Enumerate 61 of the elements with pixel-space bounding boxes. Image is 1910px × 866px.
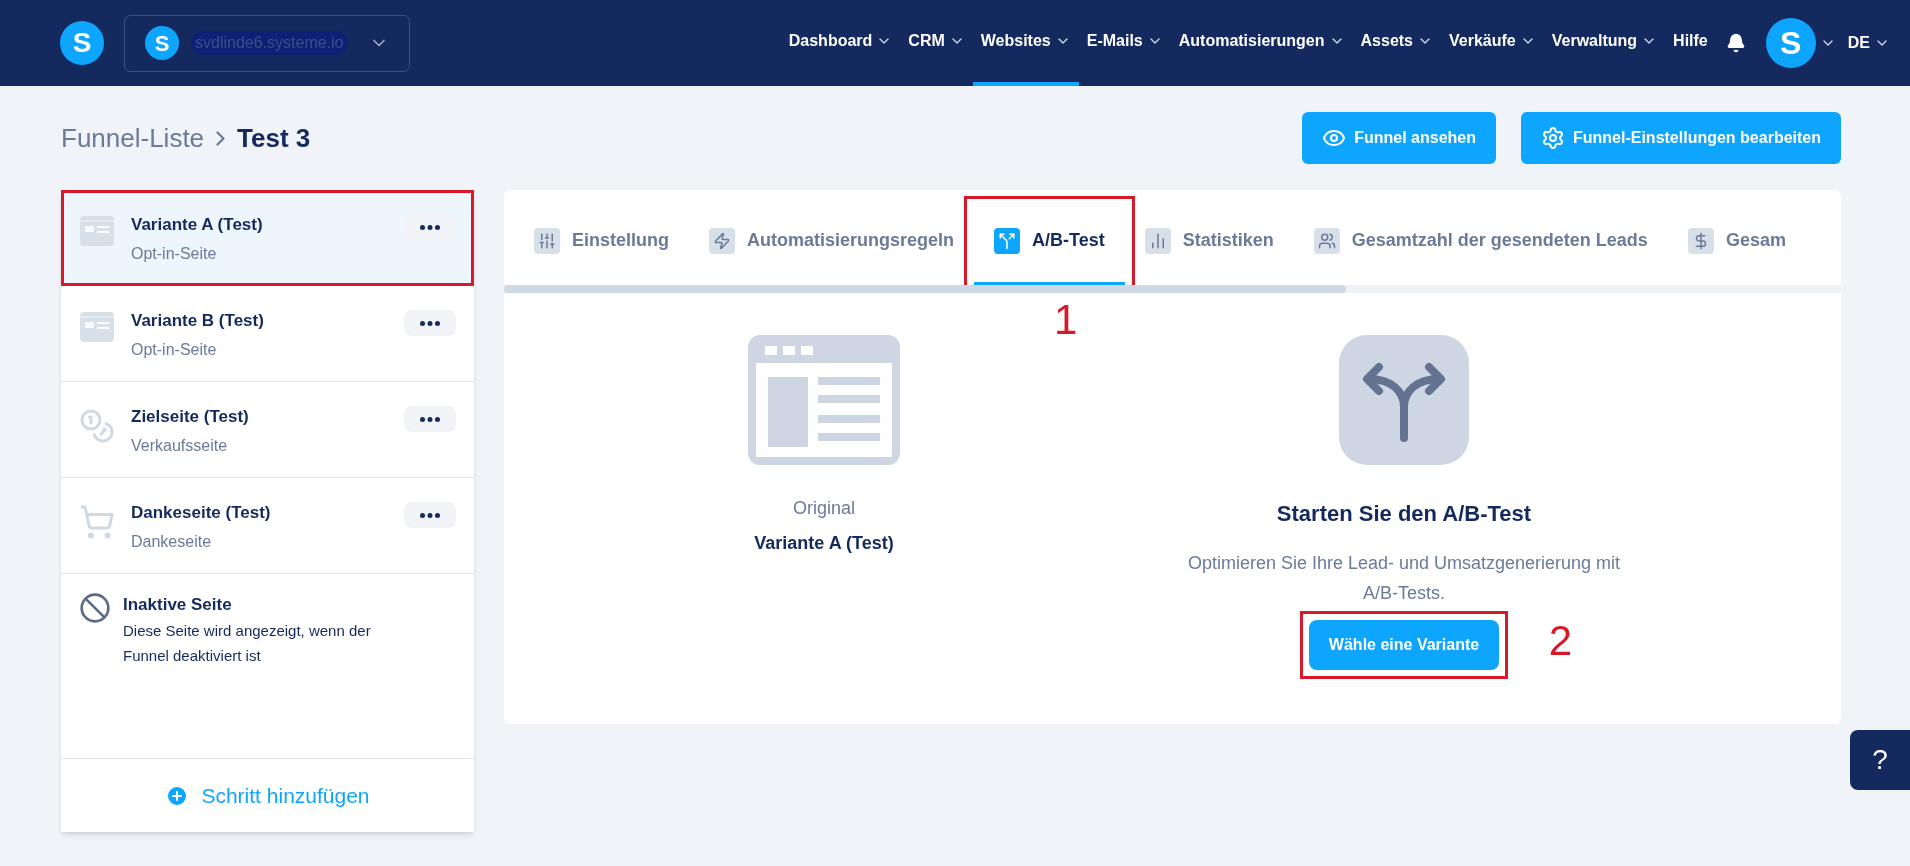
step-title: Variante B (Test) <box>131 310 265 332</box>
nav-item[interactable]: Verkäufe <box>1441 0 1544 86</box>
tab[interactable]: Statistiken <box>1124 199 1294 285</box>
dollar-icon <box>1687 227 1714 254</box>
more-options-button[interactable] <box>404 406 456 432</box>
funnel-step[interactable]: Variante B (Test) Opt-in-Seite <box>61 286 474 382</box>
step-title: Dankeseite (Test) <box>131 502 272 524</box>
ellipsis-icon <box>420 512 440 518</box>
step-type: Dankeseite <box>131 531 213 552</box>
users-icon <box>1313 227 1340 254</box>
page-layout-icon <box>748 335 900 465</box>
nav-item[interactable]: Websites <box>972 0 1079 86</box>
more-options-button[interactable] <box>404 502 456 528</box>
more-options-button[interactable] <box>404 214 456 240</box>
coins-icon <box>79 408 115 444</box>
original-variant-name: Variante A (Test) <box>754 532 894 555</box>
step-type: Opt-in-Seite <box>131 339 218 360</box>
nav-item[interactable]: E-Mails <box>1078 0 1171 86</box>
breadcrumb-link[interactable]: Funnel-Liste <box>61 118 205 158</box>
ellipsis-icon <box>420 224 440 230</box>
tab[interactable]: Automatisierungsregeln <box>689 199 975 285</box>
nav-item[interactable]: Dashboard <box>780 0 901 86</box>
annotation-number: 1 <box>1054 299 1078 341</box>
tab[interactable]: Gesamtzahl der gesendeten Leads <box>1293 199 1668 285</box>
page-card-icon <box>80 312 114 342</box>
tab[interactable]: Einstellung <box>514 199 689 285</box>
step-type: Verkaufsseite <box>131 435 229 456</box>
inactive-page-description: Diese Seite wird angezeigt, wenn der Funnel deaktiviert ist <box>123 620 372 666</box>
step-title: Zielseite (Test) <box>131 406 250 428</box>
more-options-button[interactable] <box>404 310 456 336</box>
funnel-step[interactable]: Zielseite (Test) Verkaufsseite <box>61 382 474 478</box>
ellipsis-icon <box>420 416 440 422</box>
page-card-icon <box>80 216 114 246</box>
inactive-page-title: Inaktive Seite <box>123 594 233 616</box>
funnel-step[interactable]: Dankeseite (Test) Dankeseite <box>61 478 474 574</box>
account-avatar: S <box>145 26 179 60</box>
original-label: Original <box>793 497 855 520</box>
prohibited-icon <box>79 592 111 624</box>
bar-chart-icon <box>1144 227 1171 254</box>
step-title: Variante A (Test) <box>131 214 264 236</box>
chevron-right-icon <box>216 130 226 146</box>
nav-item[interactable]: Verwaltung <box>1543 0 1666 86</box>
nav-item[interactable]: Automatisierungen <box>1170 0 1353 86</box>
annotation-number: 2 <box>1548 620 1573 662</box>
nav-item[interactable]: Hilfe <box>1665 0 1716 86</box>
settings-icon <box>1540 126 1565 150</box>
sliders-icon <box>534 227 560 254</box>
lightning-icon <box>709 227 735 254</box>
page-title: Test 3 <box>237 121 311 155</box>
language-selector[interactable]: DE <box>1847 31 1890 55</box>
cart-icon <box>79 504 115 540</box>
ab-test-description: Optimieren Sie Ihre Lead- und Umsatzgenerierung mit A/B-Tests. <box>1186 552 1622 605</box>
tab[interactable]: Gesam <box>1667 199 1806 285</box>
notification-bell-icon[interactable] <box>1725 33 1746 53</box>
funnel-step[interactable]: Variante A (Test) Opt-in-Seite <box>61 190 474 286</box>
help-button[interactable]: ? <box>1850 730 1910 790</box>
nav-item[interactable]: Assets <box>1352 0 1441 86</box>
step-type: Opt-in-Seite <box>131 243 218 264</box>
ellipsis-icon <box>420 320 440 326</box>
ab-test-title: Starten Sie den A/B-Test <box>1276 500 1532 528</box>
nav-item[interactable]: CRM <box>900 0 973 86</box>
